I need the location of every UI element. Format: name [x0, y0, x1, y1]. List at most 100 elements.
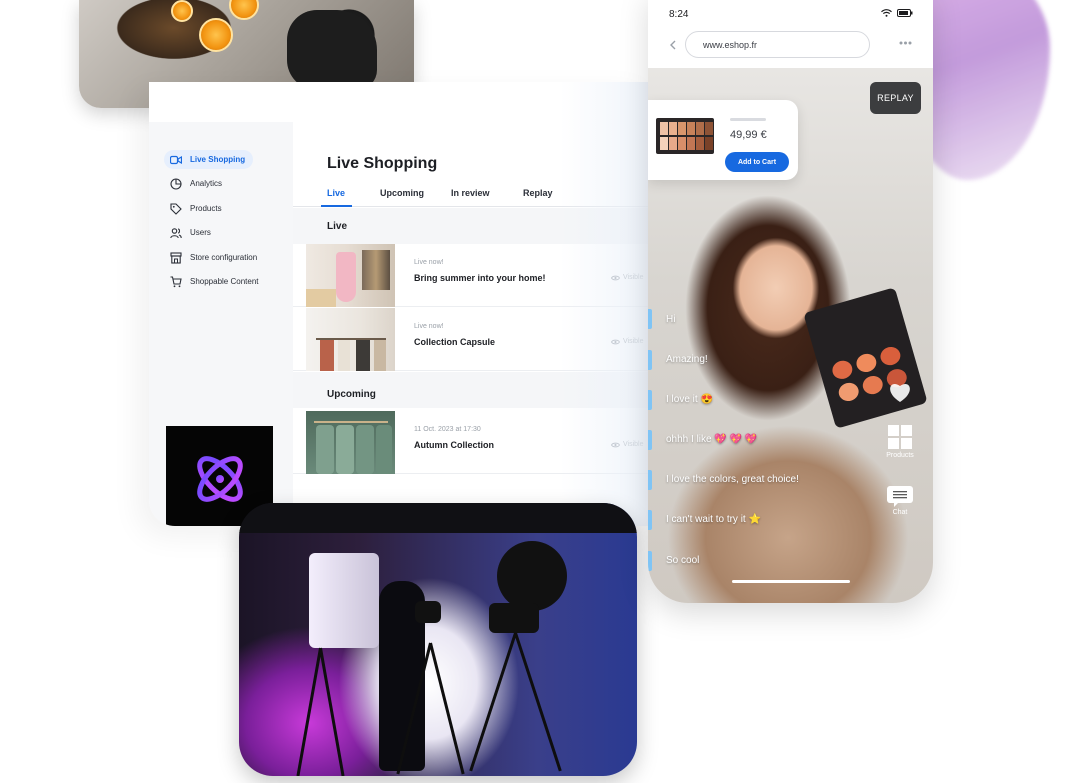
event-status: Live now! [414, 323, 444, 330]
add-to-cart-button[interactable]: Add to Cart [725, 152, 789, 172]
tab-in-review[interactable]: In review [451, 188, 490, 198]
event-thumbnail [306, 308, 395, 371]
camera-body [415, 601, 441, 623]
status-time: 8:24 [669, 9, 689, 20]
mobile-live-player: 8:24 www.eshop.fr REPLAY 49,99 € Add to … [648, 0, 933, 603]
atom-logo-icon [196, 456, 243, 502]
chat-button[interactable]: Chat [880, 485, 920, 516]
section-header-upcoming: Upcoming [293, 372, 650, 408]
chat-message: Hi [666, 314, 675, 325]
active-tab-indicator [321, 205, 352, 207]
replay-button[interactable]: REPLAY [870, 82, 921, 114]
visibility-label: Visible [623, 274, 644, 281]
tripod-leg [469, 632, 517, 772]
chat-marker [648, 551, 652, 571]
sidebar-item-products[interactable]: Products [164, 199, 230, 218]
chat-text: Hi [666, 314, 676, 325]
more-icon[interactable] [899, 41, 912, 45]
chat-marker [648, 510, 652, 530]
sidebar-item-label: Store configuration [190, 253, 258, 262]
event-title: Autumn Collection [414, 440, 494, 450]
chat-message: I love it 😍 [666, 394, 713, 405]
chat-emoji: ⭐ [748, 514, 761, 525]
chat-emoji: 💖 💖 💖 [714, 434, 758, 445]
orange-slice [199, 18, 233, 52]
chat-message: ohhh I like 💖 💖 💖 [666, 434, 757, 445]
orange-slice [229, 0, 259, 20]
status-bar: 8:24 [648, 0, 933, 28]
event-thumbnail [306, 411, 395, 474]
wifi-icon [881, 9, 892, 17]
event-row[interactable]: 11 Oct. 2023 at 17:30 Autumn Collection … [293, 411, 650, 474]
light-stand-leg [319, 647, 345, 776]
section-label: Upcoming [327, 389, 376, 400]
chat-text: I love it [666, 394, 698, 405]
video-camera-icon [170, 154, 182, 166]
like-button[interactable] [880, 382, 920, 405]
event-title: Bring summer into your home! [414, 273, 546, 283]
sidebar-item-label: Products [190, 204, 222, 213]
chat-marker [648, 309, 652, 329]
browser-url-bar: www.eshop.fr [648, 28, 933, 68]
visibility-label: Visible [623, 441, 644, 448]
chat-label: Chat [892, 509, 908, 516]
battery-icon [897, 9, 913, 17]
chevron-left-icon[interactable] [669, 40, 676, 50]
sidebar: Live Shopping Analytics Products Users S… [149, 122, 293, 526]
chat-message: I love the colors, great choice! [666, 474, 799, 485]
main-panel: Live Shopping Live Upcoming In review Re… [293, 122, 650, 526]
page-title: Live Shopping [327, 155, 438, 172]
tab-upcoming[interactable]: Upcoming [380, 188, 424, 198]
users-icon [170, 227, 182, 239]
light-stand-leg [296, 647, 322, 776]
event-title: Collection Capsule [414, 337, 496, 347]
tab-bar: Live Upcoming In review Replay [293, 186, 650, 207]
tripod-leg [514, 632, 562, 772]
studio-spotlight [497, 541, 567, 611]
chat-message: I can't wait to try it ⭐ [666, 514, 761, 525]
sidebar-item-analytics[interactable]: Analytics [164, 174, 230, 193]
makeup-palette [803, 287, 928, 429]
eye-icon [611, 339, 620, 344]
sidebar-item-label: Live Shopping [190, 155, 246, 164]
chat-text: Amazing! [666, 354, 708, 365]
products-label: Products [886, 452, 914, 459]
sidebar-item-store-configuration[interactable]: Store configuration [164, 248, 265, 267]
section-label: Live [327, 221, 348, 232]
event-row[interactable]: Live now! Collection Capsule Visible [293, 308, 650, 371]
grid-icon [888, 425, 912, 449]
live-shopping-dashboard: Live Shopping Analytics Products Users S… [149, 82, 650, 526]
chat-message: So cool [666, 555, 699, 566]
chat-emoji: 😍 [700, 394, 713, 405]
orange-slice [171, 0, 193, 22]
tripod-head [287, 10, 377, 90]
chat-marker [648, 470, 652, 490]
products-button[interactable]: Products [880, 424, 920, 459]
visibility-status: Visible [611, 274, 644, 281]
store-icon [170, 251, 182, 264]
chat-bubble-icon [887, 486, 913, 507]
heart-icon [890, 384, 910, 402]
chat-marker [648, 390, 652, 410]
event-row[interactable]: Live now! Bring summer into your home! V… [293, 244, 650, 307]
tab-replay[interactable]: Replay [523, 188, 553, 198]
sidebar-item-shoppable-content[interactable]: Shoppable Content [164, 272, 267, 291]
eye-icon [611, 442, 620, 447]
visibility-label: Visible [623, 338, 644, 345]
sidebar-item-users[interactable]: Users [164, 223, 219, 242]
url-field[interactable]: www.eshop.fr [685, 31, 870, 58]
visibility-status: Visible [611, 338, 644, 345]
system-icons [881, 9, 913, 17]
product-card[interactable]: 49,99 € Add to Cart [648, 100, 798, 180]
chat-text: ohhh I like [666, 434, 712, 445]
sidebar-item-live-shopping[interactable]: Live Shopping [164, 150, 254, 169]
visibility-status: Visible [611, 441, 644, 448]
sidebar-item-label: Shoppable Content [190, 277, 259, 286]
chat-text: I can't wait to try it [666, 514, 746, 525]
studio-photo [239, 503, 637, 776]
tab-live[interactable]: Live [327, 188, 345, 198]
product-name-placeholder [730, 118, 766, 121]
tripod-leg [429, 642, 465, 775]
product-price: 49,99 € [730, 129, 767, 141]
home-indicator [732, 580, 850, 583]
